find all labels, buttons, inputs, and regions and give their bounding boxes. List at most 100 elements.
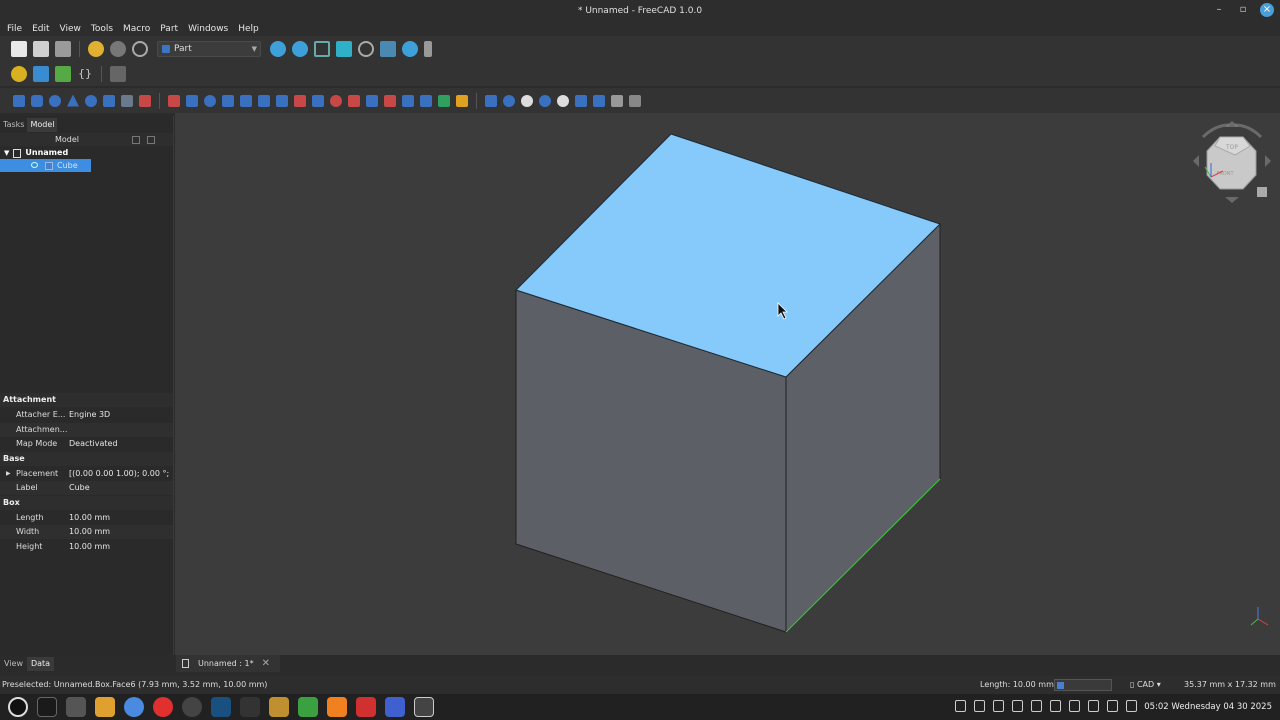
navcube-rotate-left[interactable] <box>1201 123 1230 139</box>
vlc-icon[interactable] <box>326 697 347 717</box>
menu-macro[interactable]: Macro <box>123 22 150 36</box>
visibility-eye-icon[interactable] <box>31 162 38 168</box>
navigation-style-selector[interactable]: ▯ CAD ▾ <box>1130 676 1161 694</box>
property-value[interactable]: 10.00 mm <box>69 525 171 539</box>
cross-sections-icon[interactable] <box>348 94 360 107</box>
menu-file[interactable]: File <box>7 22 22 36</box>
menu-edit[interactable]: Edit <box>32 22 49 36</box>
clock[interactable]: 05:02 Wednesday 04 30 2025 <box>1144 694 1272 720</box>
property-row[interactable]: Length 10.00 mm <box>0 511 173 525</box>
open-document-icon[interactable] <box>33 41 49 57</box>
property-value[interactable]: Deactivated <box>69 437 171 451</box>
redo-icon[interactable] <box>110 41 126 57</box>
property-row[interactable]: Height 10.00 mm <box>0 540 173 554</box>
menu-view[interactable]: View <box>60 22 81 36</box>
tree-item-unnamed[interactable]: ▼ Unnamed <box>4 147 68 159</box>
collapse-icon[interactable] <box>132 136 140 144</box>
loft-icon[interactable] <box>294 94 306 107</box>
common-icon[interactable] <box>557 94 569 107</box>
unit-selector[interactable] <box>1054 679 1112 691</box>
power-icon[interactable] <box>1126 700 1137 712</box>
fit-all-icon[interactable] <box>270 41 286 57</box>
property-row[interactable]: Label Cube <box>0 481 173 495</box>
fillet-icon[interactable] <box>222 94 234 107</box>
property-value[interactable]: Engine 3D <box>69 408 171 422</box>
app-red-icon[interactable] <box>152 697 173 717</box>
battery-tray-icon[interactable] <box>1012 700 1023 712</box>
property-value[interactable]: Cube <box>69 481 171 495</box>
measure-linear-icon[interactable] <box>629 94 641 107</box>
fuse-icon[interactable] <box>539 94 551 107</box>
draw-style-icon[interactable] <box>314 41 330 57</box>
cylinder-primitive-icon[interactable] <box>31 94 43 107</box>
whats-this-cursor-icon[interactable] <box>110 66 126 82</box>
property-group-attachment[interactable]: Attachment <box>0 393 173 407</box>
shape-builder-icon[interactable] <box>139 94 151 107</box>
3d-viewport[interactable]: TOP FRONT <box>175 113 1280 655</box>
save-icon[interactable] <box>55 41 71 57</box>
menu-part[interactable]: Part <box>160 22 178 36</box>
close-tab-icon[interactable]: ✕ <box>262 655 270 672</box>
network-icon[interactable] <box>1031 700 1042 712</box>
chrome-icon[interactable] <box>123 697 144 717</box>
folder-icon[interactable] <box>94 697 115 717</box>
new-document-icon[interactable] <box>11 41 27 57</box>
make-face-icon[interactable] <box>258 94 270 107</box>
property-row[interactable]: Width 10.00 mm <box>0 525 173 539</box>
terminal-icon[interactable] <box>36 697 57 717</box>
minimize-button[interactable]: – <box>1212 3 1226 17</box>
section-icon[interactable] <box>330 94 342 107</box>
menu-windows[interactable]: Windows <box>188 22 228 36</box>
view-rotation-icon[interactable] <box>358 41 374 57</box>
color-per-face-icon[interactable] <box>420 94 432 107</box>
chevron-down-icon[interactable]: ▼ <box>4 147 9 159</box>
refresh-icon[interactable] <box>132 41 148 57</box>
sweep-icon[interactable] <box>312 94 324 107</box>
navcube-rotate-right[interactable] <box>1234 123 1263 139</box>
discord-icon[interactable] <box>384 697 405 717</box>
unity-icon[interactable] <box>181 697 202 717</box>
navcube-left-arrow[interactable] <box>1193 155 1199 167</box>
property-group-base[interactable]: Base <box>0 452 173 466</box>
volume-icon[interactable] <box>1107 700 1118 712</box>
sphere-primitive-icon[interactable] <box>49 94 61 107</box>
clipboard-icon[interactable] <box>955 700 966 712</box>
measure-icon[interactable] <box>402 41 418 57</box>
cube-primitive-icon[interactable] <box>13 94 25 107</box>
property-group-box[interactable]: Box <box>0 496 173 510</box>
steam-icon[interactable] <box>210 697 231 717</box>
check-geometry-icon[interactable] <box>438 94 450 107</box>
cut-icon[interactable] <box>521 94 533 107</box>
expand-icon[interactable] <box>147 136 155 144</box>
boolean-icon[interactable] <box>503 94 515 107</box>
cone-primitive-icon[interactable] <box>67 94 79 107</box>
tab-view[interactable]: View <box>0 657 27 671</box>
app-store-icon[interactable] <box>355 697 376 717</box>
offset-icon[interactable] <box>366 94 378 107</box>
menu-tools[interactable]: Tools <box>91 22 113 36</box>
workbench-selector[interactable]: Part ▼ <box>157 41 261 57</box>
split-tools-icon[interactable] <box>593 94 605 107</box>
chevron-right-icon[interactable]: ▶ <box>6 467 11 481</box>
display-icon[interactable] <box>1069 700 1080 712</box>
start-menu-icon[interactable] <box>7 697 28 717</box>
attachment-editor-icon[interactable] <box>611 94 623 107</box>
maximize-button[interactable]: ▫ <box>1236 3 1250 17</box>
property-value[interactable]: [(0.00 0.00 1.00); 0.00 °; (... <box>69 467 171 481</box>
revolve-icon[interactable] <box>186 94 198 107</box>
clapper-icon[interactable] <box>239 697 260 717</box>
property-row[interactable]: ▶ Placement [(0.00 0.00 1.00); 0.00 °; (..… <box>0 467 173 481</box>
ruled-surface-icon[interactable] <box>276 94 288 107</box>
blender-icon[interactable] <box>268 697 289 717</box>
freecad-taskbar-icon[interactable] <box>413 697 434 717</box>
property-value[interactable]: 10.00 mm <box>69 511 171 525</box>
navcube-right-arrow[interactable] <box>1265 155 1271 167</box>
undo-icon[interactable] <box>88 41 104 57</box>
whats-this-icon[interactable] <box>424 41 432 57</box>
files-icon[interactable] <box>65 697 86 717</box>
macro-open-icon[interactable] <box>33 66 49 82</box>
tree-item-cube[interactable]: Cube <box>0 159 91 172</box>
navcube-menu-icon[interactable] <box>1257 187 1267 197</box>
tab-data[interactable]: Data <box>26 657 55 671</box>
compound-tools-icon[interactable] <box>485 94 497 107</box>
